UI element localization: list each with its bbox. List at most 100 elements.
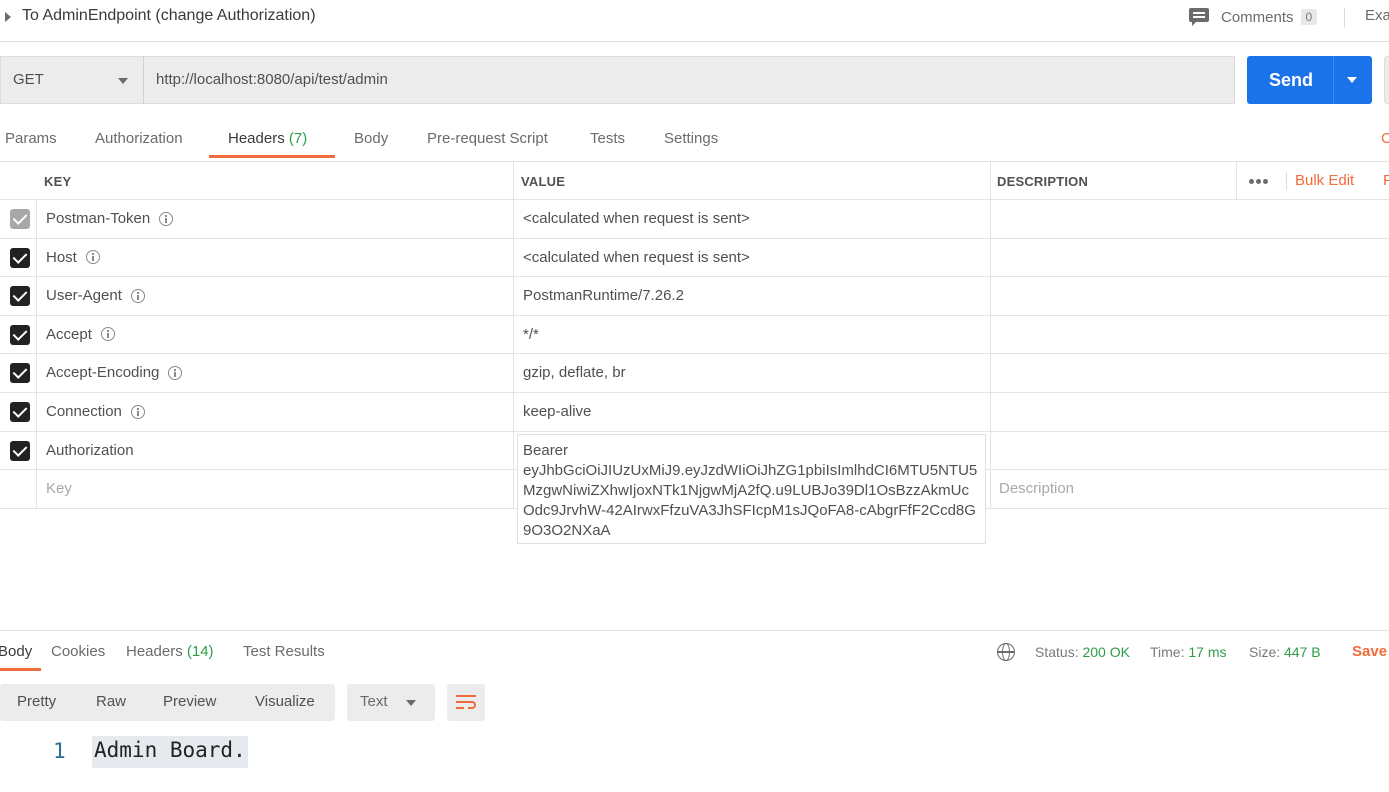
header-key-text: Postman-Token	[46, 210, 151, 227]
header-key[interactable]: Accept-Encoding	[46, 364, 183, 381]
comments-count-badge: 0	[1300, 9, 1318, 25]
send-button[interactable]: Send	[1247, 56, 1372, 104]
time-value: 17 ms	[1188, 644, 1227, 660]
table-row: Postman-Token <calculated when request i…	[0, 200, 1389, 239]
more-icon[interactable]	[1249, 179, 1269, 185]
header-key[interactable]: User-Agent	[46, 287, 145, 304]
table-row: Accept-Encoding gzip, deflate, br	[0, 354, 1389, 393]
info-icon[interactable]	[130, 404, 145, 419]
response-tab-headers-count: (14)	[186, 643, 214, 660]
presets-button[interactable]: P	[1383, 172, 1389, 189]
checkbox-icon[interactable]	[10, 286, 30, 307]
response-tab-body[interactable]: Body	[0, 643, 32, 660]
checkbox-icon[interactable]	[10, 247, 30, 268]
tab-settings[interactable]: Settings	[664, 130, 718, 147]
checkbox-icon[interactable]	[10, 440, 30, 461]
comments-button[interactable]: Comments 0	[1189, 6, 1318, 28]
size-label: Size:	[1249, 644, 1281, 660]
wrap-lines-button[interactable]	[447, 684, 485, 721]
checkbox-icon[interactable]	[10, 363, 30, 384]
cookies-link[interactable]: C	[1381, 130, 1389, 147]
time-readout[interactable]: Time: 17 ms	[1150, 644, 1227, 660]
size-readout[interactable]: Size: 447 B	[1249, 644, 1321, 660]
checkbox-icon[interactable]	[10, 324, 30, 345]
globe-icon[interactable]	[997, 643, 1015, 661]
checkbox-icon[interactable]	[10, 209, 30, 229]
tab-tests[interactable]: Tests	[590, 130, 625, 147]
header-value[interactable]: <calculated when request is sent>	[523, 249, 750, 266]
response-tab-cookies[interactable]: Cookies	[51, 643, 105, 660]
header-key-text: Host	[46, 248, 77, 266]
column-description: DESCRIPTION	[997, 174, 1089, 189]
save-response-button[interactable]: Save	[1352, 643, 1387, 660]
view-pretty[interactable]: Pretty	[17, 693, 56, 710]
bulk-edit-button[interactable]: Bulk Edit	[1295, 172, 1354, 189]
header-key[interactable]: Postman-Token	[46, 210, 174, 227]
response-tab-headers[interactable]: Headers (14)	[126, 643, 214, 660]
info-icon[interactable]	[168, 365, 183, 380]
status-value: 200 OK	[1082, 644, 1130, 660]
header-value[interactable]: */*	[523, 326, 539, 343]
new-description-input[interactable]: Description	[999, 480, 1074, 497]
send-divider	[1333, 56, 1334, 104]
format-select[interactable]: Text	[347, 684, 435, 721]
title-divider	[1344, 8, 1345, 28]
header-key-text: Accept	[46, 325, 92, 343]
header-key[interactable]: Connection	[46, 403, 145, 420]
response-bar: Body Cookies Headers (14) Test Results S…	[0, 630, 1389, 671]
url-input[interactable]: http://localhost:8080/api/test/admin	[143, 56, 1235, 104]
tab-pre-request-script[interactable]: Pre-request Script	[427, 130, 548, 147]
send-label: Send	[1269, 70, 1314, 90]
tab-authorization[interactable]: Authorization	[95, 130, 183, 147]
tab-params[interactable]: Params	[5, 130, 57, 147]
checkbox-icon[interactable]	[10, 402, 30, 422]
info-icon[interactable]	[100, 327, 115, 342]
request-title[interactable]: To AdminEndpoint (change Authorization)	[22, 7, 316, 25]
header-value[interactable]: gzip, deflate, br	[523, 364, 626, 381]
response-body-text[interactable]: Admin Board.	[92, 736, 248, 768]
header-key[interactable]: Host	[46, 249, 100, 266]
info-icon[interactable]	[130, 288, 145, 303]
method-label: GET	[13, 71, 44, 88]
header-value[interactable]: <calculated when request is sent>	[523, 210, 750, 227]
comments-label: Comments	[1221, 8, 1294, 26]
active-tab-indicator	[0, 668, 41, 671]
header-key[interactable]: Authorization	[46, 442, 134, 459]
header-value[interactable]: PostmanRuntime/7.26.2	[523, 287, 684, 304]
authorization-value-editor[interactable]: Bearer eyJhbGciOiJIUzUxMiJ9.eyJzdWIiOiJh…	[517, 434, 986, 544]
status-readout[interactable]: Status: 200 OK	[1035, 644, 1130, 660]
chevron-down-icon	[406, 700, 416, 706]
tab-body[interactable]: Body	[354, 130, 388, 147]
info-icon[interactable]	[159, 211, 174, 226]
time-label: Time:	[1150, 644, 1185, 660]
info-icon[interactable]	[85, 250, 100, 265]
tab-headers[interactable]: Headers (7)	[228, 130, 307, 147]
save-request-button[interactable]	[1384, 56, 1389, 104]
view-raw[interactable]: Raw	[96, 693, 126, 710]
line-number: 1	[53, 739, 66, 763]
method-select[interactable]: GET	[0, 56, 143, 104]
caret-right-icon[interactable]	[5, 12, 11, 22]
size-value: 447 B	[1284, 644, 1321, 660]
view-preview[interactable]: Preview	[163, 693, 216, 710]
header-key-text: Authorization	[46, 441, 134, 459]
view-mode-tabs: Pretty Raw Preview Visualize	[0, 684, 335, 721]
column-key: KEY	[44, 174, 72, 189]
table-row: User-Agent PostmanRuntime/7.26.2	[0, 277, 1389, 316]
active-tab-indicator	[209, 155, 335, 158]
chevron-down-icon	[118, 78, 128, 84]
table-row: Connection keep-alive	[0, 393, 1389, 432]
column-divider	[1236, 161, 1237, 200]
view-visualize[interactable]: Visualize	[255, 693, 315, 710]
header-divider	[1286, 172, 1287, 190]
status-label: Status:	[1035, 644, 1079, 660]
tab-headers-count: (7)	[288, 130, 308, 147]
examples-button[interactable]: Exa	[1365, 7, 1389, 24]
format-label: Text	[360, 693, 388, 710]
chevron-down-icon[interactable]	[1347, 77, 1357, 83]
response-tab-test-results[interactable]: Test Results	[243, 643, 325, 660]
new-key-input[interactable]: Key	[46, 480, 72, 497]
header-value[interactable]: keep-alive	[523, 403, 591, 420]
table-row: Accept */*	[0, 316, 1389, 355]
header-key[interactable]: Accept	[46, 326, 115, 343]
